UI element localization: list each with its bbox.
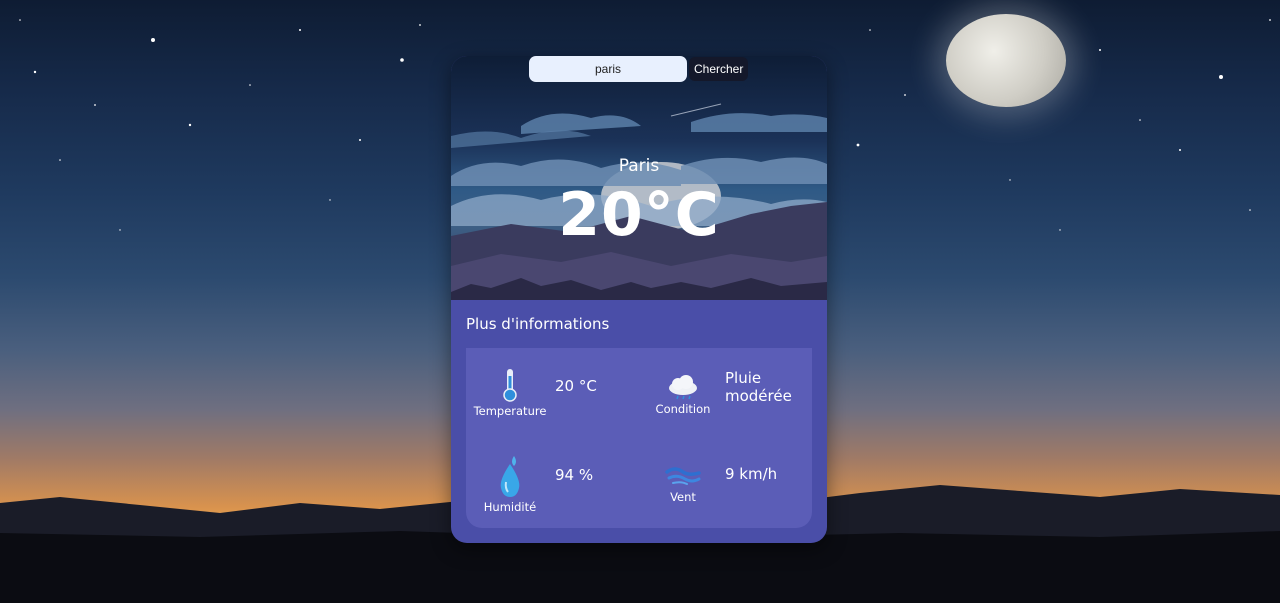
condition-value-line2: modérée <box>725 387 792 405</box>
city-name: Paris <box>618 156 660 176</box>
condition-value: Pluie modérée <box>725 369 792 405</box>
night-landscape-illustration <box>451 103 827 300</box>
humidity-value: 94 % <box>555 466 594 484</box>
search-bar: Chercher <box>529 56 749 82</box>
wind-icon <box>665 467 701 485</box>
condition-detail: Condition Pluie modérée <box>650 369 792 416</box>
moon-decoration <box>946 14 1066 107</box>
more-info-title: Plus d'informations <box>466 315 610 333</box>
wind-label: Vent <box>670 490 696 504</box>
thermometer-icon <box>503 369 517 402</box>
weather-card: Chercher Paris 20°C Plus d'informations … <box>451 56 827 543</box>
weather-hero: Chercher Paris 20°C <box>451 56 827 300</box>
weather-details-panel: Temperature 20 °C Condition Pluie modéré… <box>466 348 812 528</box>
condition-value-line1: Pluie <box>725 369 762 387</box>
night-sky-background: Chercher Paris 20°C Plus d'informations … <box>0 0 1280 603</box>
city-search-input[interactable] <box>529 56 687 82</box>
wind-detail: Vent 9 km/h <box>650 464 777 504</box>
temperature-label: Temperature <box>473 404 547 418</box>
temperature-value: 20 °C <box>555 377 597 395</box>
temperature-detail: Temperature 20 °C <box>471 368 597 418</box>
cloud-rain-icon <box>669 375 697 400</box>
condition-label: Condition <box>655 402 711 416</box>
water-drop-icon <box>500 456 520 497</box>
search-button[interactable]: Chercher <box>689 57 749 81</box>
wind-value: 9 km/h <box>725 465 778 483</box>
humidity-detail: Humidité 94 % <box>471 456 593 514</box>
current-temperature: 20°C <box>558 180 720 250</box>
humidity-label: Humidité <box>483 500 537 514</box>
